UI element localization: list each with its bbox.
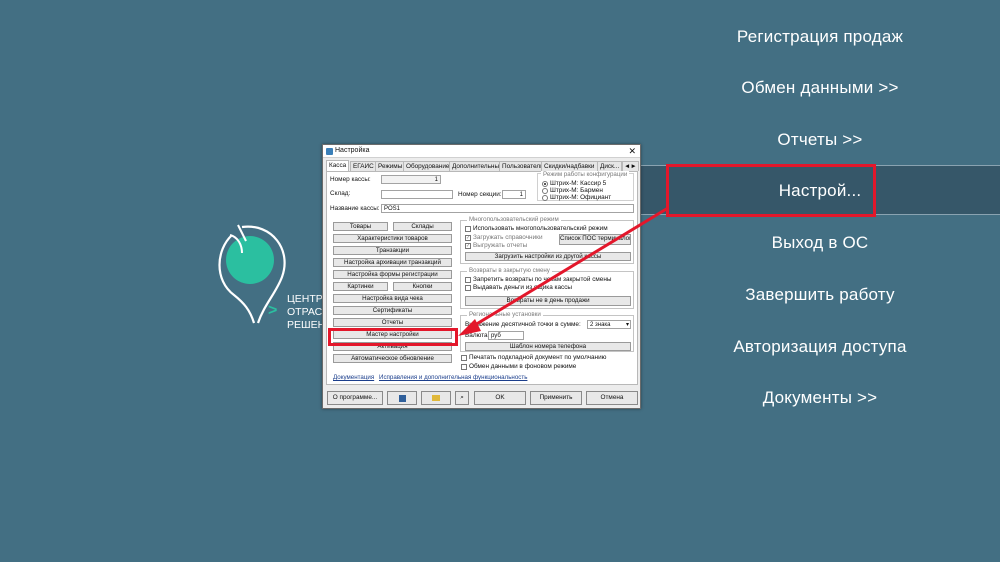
pointer-arrow-icon — [458, 206, 669, 336]
